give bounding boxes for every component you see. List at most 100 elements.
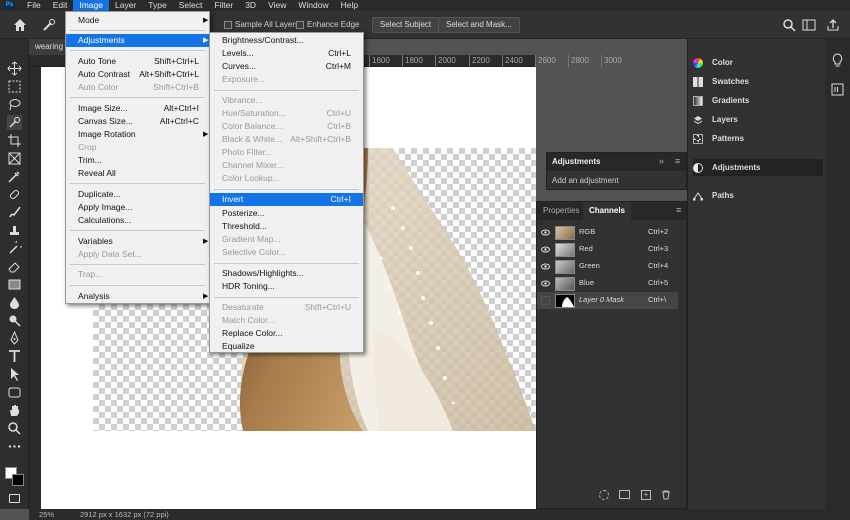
menu-item-black-white[interactable]: Black & White... Alt+Shift+Ctrl+B bbox=[210, 133, 363, 146]
pen-tool-icon[interactable] bbox=[7, 330, 22, 346]
menu-item-adjustments[interactable]: Adjustments ▶ bbox=[66, 34, 209, 47]
menu-item-image-rotation[interactable]: Image Rotation ▶ bbox=[66, 128, 209, 141]
hand-tool-icon[interactable] bbox=[7, 403, 22, 418]
menu-item-photo-filter[interactable]: Photo Filter... bbox=[210, 146, 363, 159]
menu-item-crop[interactable]: Crop bbox=[66, 141, 209, 154]
menu-layer[interactable]: Layer bbox=[109, 0, 142, 11]
home-icon[interactable] bbox=[12, 17, 28, 33]
zoom-tool-icon[interactable] bbox=[7, 421, 22, 436]
quick-selection-tool-icon[interactable] bbox=[7, 115, 22, 130]
menu-item-vibrance[interactable]: Vibrance... bbox=[210, 94, 363, 107]
save-selection-icon[interactable] bbox=[619, 490, 630, 499]
select-subject-button[interactable]: Select Subject bbox=[372, 17, 440, 33]
eye-icon[interactable] bbox=[541, 245, 550, 254]
menu-item-trim[interactable]: Trim... bbox=[66, 154, 209, 167]
menu-item-shadows-highlights[interactable]: Shadows/Highlights... bbox=[210, 267, 363, 280]
dock-item-paths[interactable]: Paths bbox=[693, 187, 823, 204]
search-icon[interactable] bbox=[782, 18, 796, 32]
channel-row-green[interactable]: Green Ctrl+4 bbox=[537, 258, 678, 275]
brush-tool-icon[interactable] bbox=[7, 205, 22, 220]
menu-help[interactable]: Help bbox=[335, 0, 364, 11]
channel-row-red[interactable]: Red Ctrl+3 bbox=[537, 241, 678, 258]
type-tool-icon[interactable] bbox=[7, 349, 22, 364]
dock-item-adjustments[interactable]: Adjustments bbox=[693, 159, 823, 176]
tab-properties[interactable]: Properties bbox=[537, 202, 585, 220]
menu-window[interactable]: Window bbox=[292, 0, 334, 11]
menu-item-curves[interactable]: Curves... Ctrl+M bbox=[210, 60, 363, 73]
sample-all-layers-checkbox[interactable] bbox=[224, 21, 232, 29]
clone-stamp-tool-icon[interactable] bbox=[7, 223, 22, 238]
menu-item-auto-contrast[interactable]: Auto Contrast Alt+Shift+Ctrl+L bbox=[66, 68, 209, 81]
gradient-tool-icon[interactable] bbox=[7, 277, 22, 292]
menu-item-canvas-size[interactable]: Canvas Size... Alt+Ctrl+C bbox=[66, 115, 209, 128]
new-channel-icon[interactable]: + bbox=[641, 490, 651, 500]
eye-icon[interactable] bbox=[541, 262, 550, 271]
share-icon[interactable] bbox=[826, 18, 840, 32]
channel-row-blue[interactable]: Blue Ctrl+5 bbox=[537, 275, 678, 292]
eraser-tool-icon[interactable] bbox=[7, 259, 22, 274]
history-brush-tool-icon[interactable] bbox=[7, 238, 25, 256]
healing-brush-tool-icon[interactable] bbox=[7, 187, 22, 202]
background-color-swatch[interactable] bbox=[12, 474, 24, 486]
menu-item-calculations[interactable]: Calculations... bbox=[66, 214, 209, 227]
menu-item-apply-data-set[interactable]: Apply Data Set... bbox=[66, 248, 209, 261]
menu-item-hue-saturation[interactable]: Hue/Saturation... Ctrl+U bbox=[210, 107, 363, 120]
lasso-tool-icon[interactable] bbox=[7, 97, 22, 112]
menu-item-channel-mixer[interactable]: Channel Mixer... bbox=[210, 159, 363, 172]
menu-item-replace-color[interactable]: Replace Color... bbox=[210, 327, 363, 340]
menu-item-auto-tone[interactable]: Auto Tone Shift+Ctrl+L bbox=[66, 55, 209, 68]
more-tools-icon[interactable] bbox=[7, 439, 22, 454]
eye-icon[interactable] bbox=[541, 228, 550, 237]
menu-item-brightness-contrast[interactable]: Brightness/Contrast... bbox=[210, 34, 363, 47]
menu-item-match-color[interactable]: Match Color... bbox=[210, 314, 363, 327]
menu-item-threshold[interactable]: Threshold... bbox=[210, 220, 363, 233]
menu-type[interactable]: Type bbox=[142, 0, 172, 11]
delete-channel-icon[interactable] bbox=[661, 490, 671, 500]
rectangle-tool-icon[interactable] bbox=[7, 385, 22, 400]
menu-item-duplicate[interactable]: Duplicate... bbox=[66, 188, 209, 201]
menu-select[interactable]: Select bbox=[173, 0, 209, 11]
menu-item-equalize[interactable]: Equalize bbox=[210, 340, 363, 353]
zoom-level[interactable]: 25% bbox=[39, 510, 54, 519]
dock-item-swatches[interactable]: Swatches bbox=[693, 73, 823, 90]
crop-tool-icon[interactable] bbox=[7, 133, 22, 148]
menu-item-hdr-toning[interactable]: HDR Toning... bbox=[210, 280, 363, 293]
menu-edit[interactable]: Edit bbox=[47, 0, 74, 11]
dock-item-patterns[interactable]: Patterns bbox=[693, 130, 823, 147]
menu-filter[interactable]: Filter bbox=[208, 0, 239, 11]
eyedropper-tool-icon[interactable] bbox=[7, 169, 22, 184]
quick-selection-tool-icon[interactable] bbox=[42, 18, 56, 32]
dock-item-gradients[interactable]: Gradients bbox=[693, 92, 823, 109]
menu-item-levels[interactable]: Levels... Ctrl+L bbox=[210, 47, 363, 60]
menu-3d[interactable]: 3D bbox=[239, 0, 262, 11]
load-selection-icon[interactable] bbox=[599, 490, 609, 500]
menu-item-image-size[interactable]: Image Size... Alt+Ctrl+I bbox=[66, 102, 209, 115]
marquee-tool-icon[interactable] bbox=[7, 79, 22, 94]
menu-item-reveal-all[interactable]: Reveal All bbox=[66, 167, 209, 180]
menu-image[interactable]: Image bbox=[73, 0, 109, 11]
menu-item-color-balance[interactable]: Color Balance... Ctrl+B bbox=[210, 120, 363, 133]
blur-tool-icon[interactable] bbox=[7, 295, 22, 310]
dodge-tool-icon[interactable] bbox=[7, 313, 22, 328]
channel-row-rgb[interactable]: RGB Ctrl+2 bbox=[537, 224, 678, 241]
document-tab[interactable]: wearing bbox=[29, 39, 69, 55]
lightbulb-icon[interactable] bbox=[831, 53, 844, 67]
menu-item-apply-image[interactable]: Apply Image... bbox=[66, 201, 209, 214]
tab-channels[interactable]: Channels bbox=[583, 202, 632, 220]
quick-mask-icon[interactable] bbox=[9, 494, 20, 503]
dock-item-color[interactable]: Color bbox=[693, 54, 823, 71]
workspace-icon[interactable] bbox=[802, 18, 816, 32]
menu-item-posterize[interactable]: Posterize... bbox=[210, 207, 363, 220]
move-tool-icon[interactable] bbox=[7, 61, 22, 76]
menu-item-auto-color[interactable]: Auto Color Shift+Ctrl+B bbox=[66, 81, 209, 94]
channel-row-layer-mask[interactable]: Layer 0 Mask Ctrl+\ bbox=[537, 292, 678, 309]
panel-menu-icon[interactable]: ≡ bbox=[676, 205, 681, 215]
enhance-edge-checkbox[interactable] bbox=[296, 21, 304, 29]
eye-icon[interactable] bbox=[541, 279, 550, 288]
panel-menu-icon[interactable]: ≡ bbox=[675, 156, 680, 166]
libraries-icon[interactable] bbox=[831, 83, 844, 96]
menu-item-color-lookup[interactable]: Color Lookup... bbox=[210, 172, 363, 185]
dock-item-layers[interactable]: Layers bbox=[693, 111, 823, 128]
menu-item-trap[interactable]: Trap... bbox=[66, 268, 209, 281]
select-and-mask-button[interactable]: Select and Mask... bbox=[438, 17, 520, 33]
